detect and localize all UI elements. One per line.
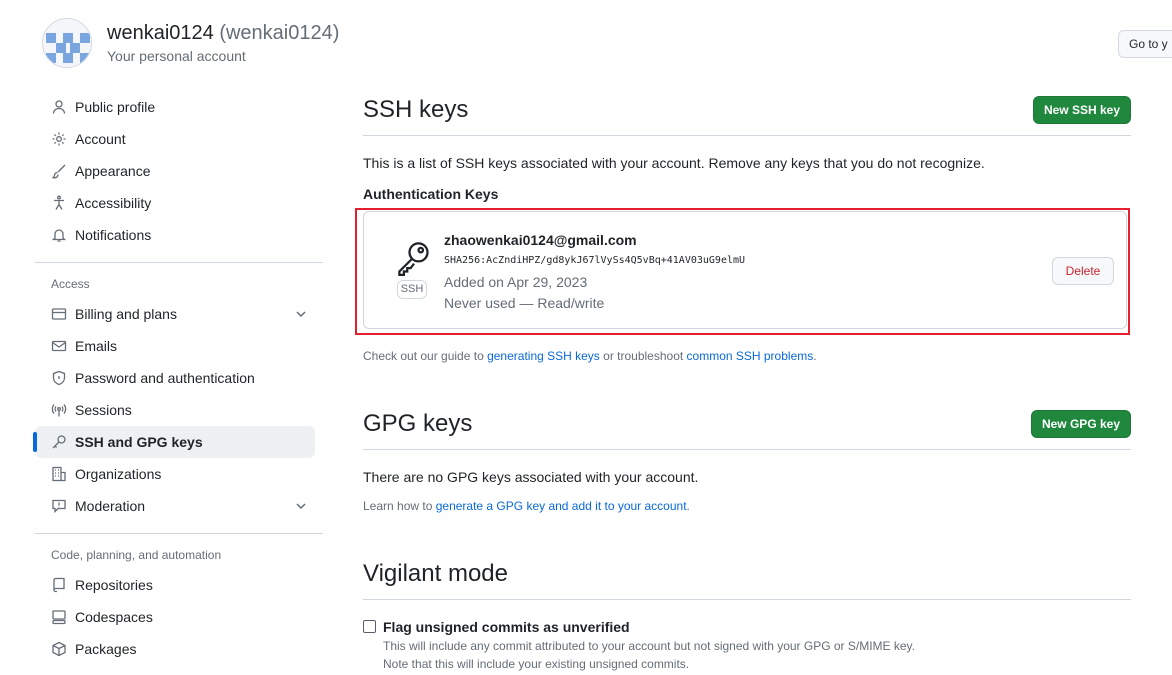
mail-icon [50, 337, 68, 355]
sidebar-item-label: Codespaces [75, 609, 153, 625]
sidebar-item-label: Sessions [75, 402, 132, 418]
report-icon [50, 497, 68, 515]
broadcast-icon [50, 401, 68, 419]
sidebar-item-label: Password and authentication [75, 370, 255, 386]
repo-icon [50, 576, 68, 594]
common-ssh-problems-link[interactable]: common SSH problems [687, 349, 814, 363]
guide-mid: or troubleshoot [599, 349, 687, 363]
username-handle: (wenkai0124) [219, 22, 340, 44]
key-fingerprint: SHA256:AcZndiHPZ/gd8ykJ67lVySs4Q5vBq+41A… [444, 255, 746, 266]
account-title: wenkai0124 (wenkai0124) [107, 22, 339, 45]
sidebar-item-label: Emails [75, 338, 118, 354]
sidebar-item-label: Repositories [75, 577, 153, 593]
codespaces-icon [50, 608, 68, 626]
sidebar-item-appearance[interactable]: Appearance [35, 155, 323, 187]
sidebar-item-notifications[interactable]: Notifications [35, 219, 323, 251]
gpg-keys-title: GPG keys [363, 410, 473, 437]
ssh-description: This is a list of SSH keys associated wi… [363, 155, 985, 171]
sidebar-section-access: Access [51, 277, 90, 291]
sidebar-item-packages[interactable]: Packages [35, 633, 323, 665]
learn-suffix: . [686, 499, 690, 513]
ssh-guide-text: Check out our guide to generating SSH ke… [363, 349, 817, 363]
key-added-date: Added on Apr 29, 2023 [444, 274, 588, 290]
sidebar-item-password[interactable]: Password and authentication [35, 362, 323, 394]
generating-ssh-keys-link[interactable]: generating SSH keys [487, 349, 600, 363]
package-icon [50, 640, 68, 658]
key-icon [398, 242, 429, 276]
section-divider [363, 135, 1131, 136]
settings-sidebar: Public profile Account Appearance Access… [33, 91, 323, 665]
bell-icon [50, 226, 68, 244]
sidebar-divider [35, 533, 323, 534]
ssh-badge: SSH [397, 280, 427, 299]
sidebar-item-label: SSH and GPG keys [75, 434, 203, 450]
sidebar-item-ssh-gpg-keys[interactable]: SSH and GPG keys [33, 426, 315, 458]
guide-prefix: Check out our guide to [363, 349, 488, 363]
paintbrush-icon [50, 162, 68, 180]
key-icon [50, 433, 68, 451]
vigilant-note-1: This will include any commit attributed … [383, 639, 916, 653]
gpg-learn-text: Learn how to generate a GPG key and add … [363, 499, 690, 513]
learn-prefix: Learn how to [363, 499, 436, 513]
chevron-down-icon[interactable] [293, 498, 309, 514]
vigilant-mode-title: Vigilant mode [363, 560, 508, 587]
organization-icon [50, 465, 68, 483]
flag-unsigned-checkbox[interactable] [363, 620, 376, 633]
sidebar-item-billing[interactable]: Billing and plans [35, 298, 323, 330]
gear-icon [50, 130, 68, 148]
authentication-keys-heading: Authentication Keys [363, 186, 499, 202]
sidebar-item-label: Public profile [75, 99, 156, 115]
key-title: zhaowenkai0124@gmail.com [444, 232, 637, 248]
shield-icon [50, 369, 68, 387]
sidebar-item-label: Moderation [75, 498, 146, 514]
key-usage: Never used — Read/write [444, 295, 605, 311]
sidebar-item-label: Appearance [75, 163, 151, 179]
sidebar-item-label: Organizations [75, 466, 162, 482]
account-subtitle: Your personal account [107, 48, 246, 64]
accessibility-icon [50, 194, 68, 212]
sidebar-item-label: Billing and plans [75, 306, 177, 322]
sidebar-item-public-profile[interactable]: Public profile [35, 91, 323, 123]
flag-unsigned-label[interactable]: Flag unsigned commits as unverified [383, 619, 630, 635]
sidebar-item-label: Notifications [75, 227, 152, 243]
sidebar-item-emails[interactable]: Emails [35, 330, 323, 362]
new-ssh-key-button[interactable]: New SSH key [1033, 96, 1131, 124]
chevron-down-icon[interactable] [293, 306, 309, 322]
sidebar-item-moderation[interactable]: Moderation [35, 490, 323, 522]
sidebar-item-repositories[interactable]: Repositories [35, 569, 323, 601]
go-to-profile-button[interactable]: Go to y [1118, 30, 1172, 58]
generate-gpg-key-link[interactable]: generate a GPG key and add it to your ac… [436, 499, 687, 513]
ssh-key-item: SSH zhaowenkai0124@gmail.com SHA256:AcZn… [363, 211, 1127, 329]
sidebar-item-label: Account [75, 131, 126, 147]
person-icon [50, 98, 68, 116]
credit-card-icon [50, 305, 68, 323]
delete-key-button[interactable]: Delete [1052, 257, 1114, 285]
gpg-empty-text: There are no GPG keys associated with yo… [363, 469, 699, 485]
sidebar-section-code: Code, planning, and automation [51, 548, 222, 562]
new-gpg-key-button[interactable]: New GPG key [1031, 410, 1131, 438]
section-divider [363, 599, 1131, 600]
sidebar-divider [35, 262, 323, 263]
sidebar-item-account[interactable]: Account [35, 123, 323, 155]
ssh-keys-title: SSH keys [363, 96, 469, 123]
sidebar-item-label: Packages [75, 641, 137, 657]
avatar[interactable] [42, 18, 92, 68]
sidebar-item-organizations[interactable]: Organizations [35, 458, 323, 490]
sidebar-item-codespaces[interactable]: Codespaces [35, 601, 323, 633]
username[interactable]: wenkai0124 [107, 22, 214, 44]
section-divider [363, 449, 1131, 450]
sidebar-item-sessions[interactable]: Sessions [35, 394, 323, 426]
sidebar-item-label: Accessibility [75, 195, 152, 211]
vigilant-note-2: Note that this will include your existin… [383, 657, 690, 671]
guide-suffix: . [813, 349, 817, 363]
sidebar-item-accessibility[interactable]: Accessibility [35, 187, 323, 219]
